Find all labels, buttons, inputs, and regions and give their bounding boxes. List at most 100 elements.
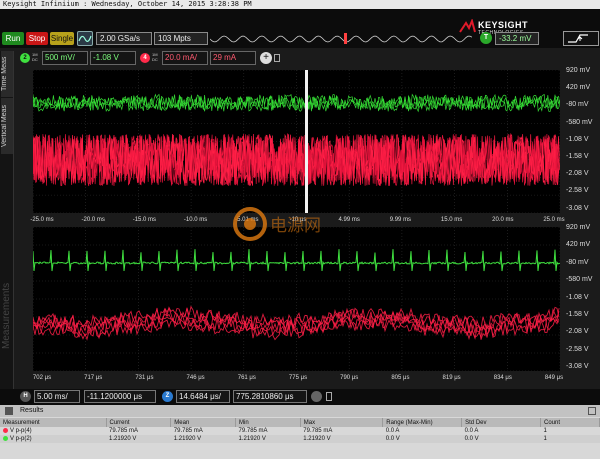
acquisition-overview-icon	[210, 33, 472, 44]
x-tick-label: 790 μs	[340, 375, 359, 381]
y-tick-label: -580 mV	[566, 118, 593, 126]
plus-icon[interactable]: +	[260, 52, 272, 64]
results-panel: Results Measurement Current Mean Min Max Rang…	[0, 405, 600, 459]
sample-rate-field[interactable]: 2.00 GSa/s	[96, 32, 152, 45]
x-tick-label: 849 μs	[544, 375, 564, 381]
y-tick-label: -3.08 V	[566, 204, 589, 212]
memory-depth-field[interactable]: 103 Mpts	[154, 32, 208, 45]
y-tick-label: -1.58 V	[566, 153, 589, 160]
channel-menu-icon[interactable]	[274, 54, 280, 62]
x-tick-label: 819 μs	[442, 375, 461, 381]
tab-vertical-meas[interactable]: Vertical Meas	[1, 98, 13, 154]
x-tick-label: 702 μs	[32, 375, 52, 381]
x-tick-label: 805 μs	[391, 375, 410, 381]
results-cell: 0.0 V	[461, 435, 541, 443]
x-tick-label: 15.0 ms	[440, 217, 463, 223]
measurement-name: V p-p(2)	[10, 436, 32, 443]
channel-dot-icon	[3, 427, 8, 433]
results-column-header[interactable]: Measurement	[0, 418, 107, 427]
x-tick-label: -20.0 ms	[81, 217, 105, 223]
x-tick-label: 9.99 ms	[389, 217, 412, 223]
tab-measurements[interactable]: Measurements	[1, 271, 13, 361]
y-tick-label: -1.08 V	[566, 135, 589, 143]
results-collapse-icon[interactable]	[5, 407, 13, 415]
results-column-header[interactable]: Std Dev	[461, 418, 542, 427]
results-cell: 0.0 A	[464, 428, 479, 434]
scope-window: Keysight Infiniium : Wednesday, October …	[0, 0, 600, 459]
main-waveform-graticule[interactable]	[33, 70, 560, 213]
side-tab-panel: Time Meas Vertical Meas Measurements	[0, 51, 14, 389]
zoom-window-marker[interactable]	[305, 70, 308, 213]
tab-time-meas[interactable]: Time Meas	[1, 51, 13, 97]
y-tick-label: -1.08 V	[566, 293, 589, 301]
y-tick-label: 920 mV	[566, 224, 591, 231]
ch2-scale-field[interactable]: 500 mV/	[42, 51, 88, 65]
horizontal-badge[interactable]: H	[20, 391, 31, 402]
horizontal-menu-icon[interactable]	[311, 391, 322, 402]
watermark-text: 电源网	[270, 216, 321, 236]
autoscale-button[interactable]	[77, 31, 93, 46]
y-tick-label: -80 mV	[566, 258, 589, 266]
results-cell: 1	[540, 435, 600, 443]
trigger-level-field[interactable]: -33.2 mV	[495, 32, 539, 45]
results-column-header[interactable]: Max	[300, 418, 384, 427]
time-position-field[interactable]: -11.1200000 μs	[84, 390, 156, 403]
results-row[interactable]: V p-p(4) 79.785 mA 79.785 mA 79.785 mA 79.78…	[0, 427, 600, 435]
results-cell: 0.0 V	[382, 435, 462, 443]
zoom-position-field[interactable]: 775.2810860 μs	[233, 390, 307, 403]
measurement-name: V p-p(4)	[10, 428, 32, 435]
autoscale-icon	[78, 35, 92, 42]
x-tick-label: 20.0 ms	[492, 217, 514, 223]
x-tick-label: 731 μs	[135, 375, 154, 381]
run-button[interactable]: Run	[2, 32, 24, 45]
trigger-slope-button[interactable]	[563, 31, 599, 46]
channel-dot-icon	[3, 435, 8, 441]
time-scale-field[interactable]: 5.00 ms/	[34, 390, 80, 403]
results-cell: 79.785 mA	[238, 428, 268, 434]
y-tick-label: 420 mV	[566, 241, 591, 249]
results-cell: V p-p(4)	[0, 427, 106, 435]
y-tick-label: -2.58 V	[566, 187, 589, 195]
ch2-offset-field[interactable]: -1.08 V	[90, 51, 136, 65]
window-title: Keysight Infiniium : Wednesday, October …	[0, 0, 600, 9]
zoom-badge[interactable]: Z	[162, 391, 173, 402]
results-column-header[interactable]: Current	[106, 418, 172, 427]
y-tick-label: -2.08 V	[566, 170, 589, 178]
single-button[interactable]: Single	[50, 32, 74, 45]
x-tick-label: 25.0 ms	[543, 217, 565, 223]
x-tick-label: 746 μs	[186, 375, 205, 381]
results-cell: 79.785 mA	[109, 428, 139, 434]
y-tick-label: -1.58 V	[566, 311, 589, 318]
trigger-badge[interactable]: T	[480, 32, 492, 44]
results-cell: 1.21920 V	[170, 435, 236, 443]
results-cell: 79.785 mA	[303, 428, 333, 434]
x-tick-label: -15.0 ms	[132, 217, 157, 223]
x-tick-label: 761 μs	[237, 375, 256, 381]
zoom-scale-field[interactable]: 14.6484 μs/	[176, 390, 230, 403]
horizontal-panel-icon[interactable]	[326, 392, 332, 401]
results-column-header[interactable]: Min	[235, 418, 301, 427]
y-tick-label: -3.08 V	[566, 363, 589, 371]
ch4-offset-field[interactable]: 29 mA	[210, 51, 256, 65]
results-cell: 1	[543, 428, 547, 434]
results-undock-icon[interactable]	[588, 407, 596, 415]
ch4-badge[interactable]: 4	[140, 53, 150, 63]
results-title: Results	[0, 405, 600, 417]
ch4-coupling: 1M DC	[152, 52, 158, 62]
results-cell: 79.785 mA	[173, 428, 203, 434]
channel-bar: 2 1M DC 500 mV/ -1.08 V 4 1M DC 20.0 mA/ 2…	[14, 51, 314, 65]
main-waveform-svg	[33, 70, 560, 213]
ch4-scale-field[interactable]: 20.0 mA/	[162, 51, 208, 65]
results-header-row: Measurement Current Mean Min Max Range (Max-M…	[0, 418, 600, 427]
results-column-header[interactable]: Mean	[170, 418, 237, 427]
results-row[interactable]: V p-p(2) 1.21920 V 1.21920 V 1.21920 V 1.219…	[0, 435, 600, 443]
x-tick-label: 775 μs	[288, 375, 308, 381]
results-column-header[interactable]: Range (Max-Min)	[382, 418, 463, 427]
y-tick-label: -580 mV	[566, 276, 593, 284]
stop-button[interactable]: Stop	[26, 32, 48, 45]
zoom-waveform-graticule[interactable]	[33, 227, 560, 371]
x-tick-label: -25.0 ms	[30, 217, 54, 223]
results-column-header[interactable]: Count	[540, 418, 600, 427]
results-cell: 0.0 A	[385, 428, 400, 434]
ch2-badge[interactable]: 2	[20, 53, 30, 63]
